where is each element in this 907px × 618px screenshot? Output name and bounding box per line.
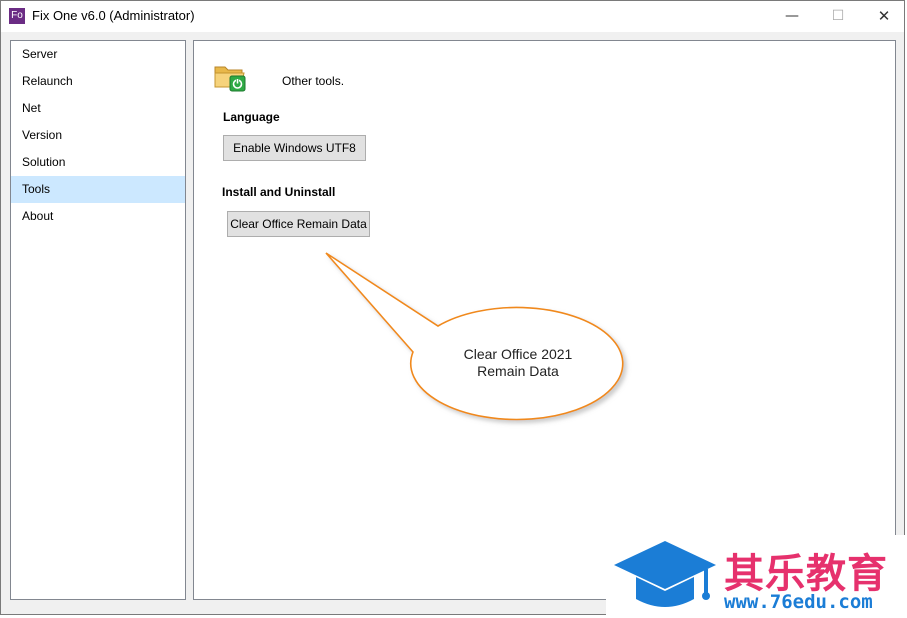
- callout-line-1: Clear Office 2021: [463, 346, 573, 362]
- callout-bubble: [325, 252, 624, 421]
- callout-line-2: Remain Data: [477, 363, 559, 379]
- graduation-cap-icon: [614, 541, 716, 607]
- watermark-url: www.76edu.com: [724, 591, 873, 613]
- watermark: 其乐教育 www.76edu.com: [606, 535, 907, 617]
- app-window: Fo Fix One v6.0 (Administrator) — ☐ ✕ Se…: [0, 0, 905, 615]
- callout-text: Clear Office 2021 Remain Data: [449, 346, 587, 380]
